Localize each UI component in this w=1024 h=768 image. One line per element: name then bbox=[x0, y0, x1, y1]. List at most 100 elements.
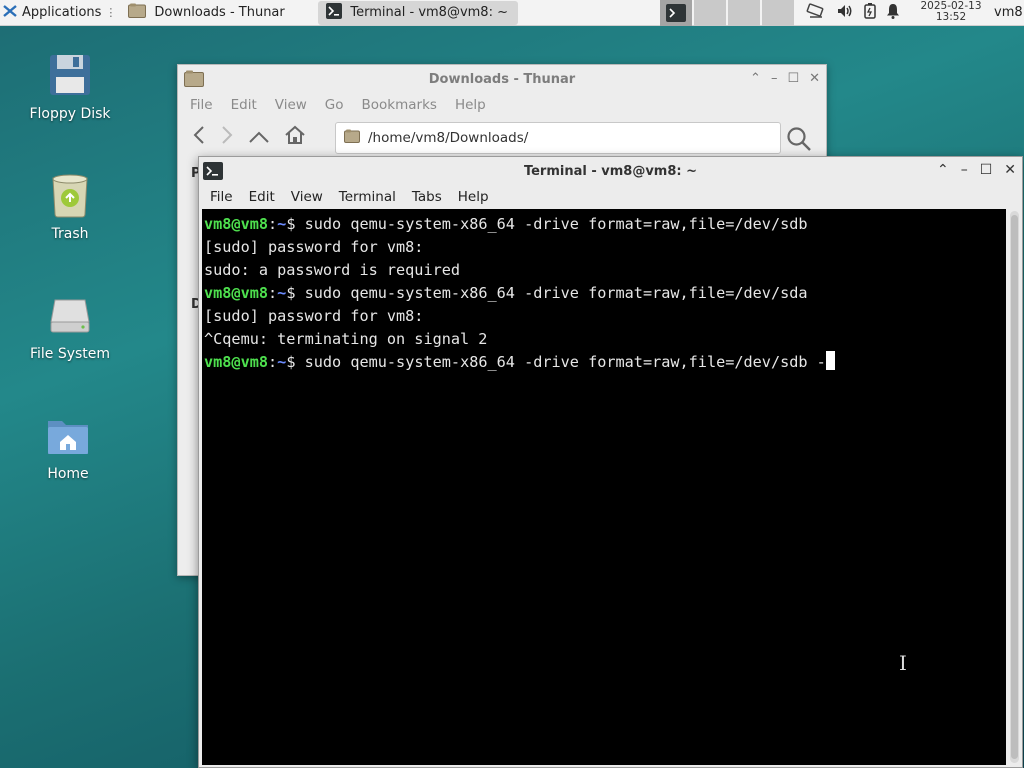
command-text: sudo qemu-system-x86_64 -drive format=ra… bbox=[304, 215, 808, 233]
mouse-ibeam-cursor-icon: I bbox=[899, 651, 907, 675]
terminal-prompt-line: vm8@vm8:~$ sudo qemu-system-x86_64 -driv… bbox=[204, 282, 1006, 305]
text-cursor bbox=[825, 351, 835, 370]
menu-go[interactable]: Go bbox=[325, 97, 344, 113]
terminal-window[interactable]: Terminal - vm8@vm8: ~ ⌃ – ☐ ✕ File Edit … bbox=[198, 156, 1023, 768]
close-button[interactable]: ✕ bbox=[809, 71, 820, 86]
close-button[interactable]: ✕ bbox=[1004, 162, 1016, 178]
system-tray bbox=[806, 0, 900, 26]
prompt-separator: : bbox=[268, 353, 278, 371]
workspace-2[interactable] bbox=[694, 0, 726, 26]
terminal-output-line: [sudo] password for vm8: bbox=[204, 307, 424, 325]
terminal-output-line: sudo: a password is required bbox=[204, 261, 461, 279]
terminal-titlebar[interactable]: Terminal - vm8@vm8: ~ ⌃ – ☐ ✕ bbox=[199, 157, 1022, 185]
terminal-icon bbox=[666, 4, 686, 22]
workspace-3[interactable] bbox=[728, 0, 760, 26]
taskbar-item-thunar[interactable]: Downloads - Thunar bbox=[120, 1, 318, 25]
prompt-symbol: $ bbox=[286, 215, 305, 233]
home-icon bbox=[285, 125, 305, 144]
drive-icon bbox=[47, 292, 93, 338]
location-path: /home/vm8/Downloads/ bbox=[368, 130, 529, 146]
desktop-icon-label: File System bbox=[29, 346, 111, 362]
home-folder-icon bbox=[45, 412, 91, 458]
menu-help[interactable]: Help bbox=[458, 189, 489, 205]
terminal-prompt-line: vm8@vm8:~$ sudo qemu-system-x86_64 -driv… bbox=[204, 213, 1006, 236]
folder-icon bbox=[344, 129, 360, 147]
taskbar-item-terminal[interactable]: Terminal - vm8@vm8: ~ bbox=[318, 0, 519, 25]
top-panel: Applications ⋮ Downloads - Thunar Termin… bbox=[0, 0, 1024, 26]
folder-icon bbox=[128, 3, 147, 22]
desktop-icon-label: Home bbox=[47, 466, 89, 482]
xfce-logo-icon bbox=[2, 3, 18, 23]
notifications-bell-icon[interactable] bbox=[886, 3, 900, 23]
desktop-icon-label: Trash bbox=[51, 226, 89, 242]
back-button[interactable] bbox=[192, 125, 206, 150]
minimize-button[interactable]: – bbox=[961, 162, 968, 178]
menu-tabs[interactable]: Tabs bbox=[412, 189, 442, 205]
workspace-4[interactable] bbox=[762, 0, 794, 26]
desktop-icon-home[interactable]: Home bbox=[18, 412, 118, 482]
search-icon[interactable] bbox=[786, 126, 812, 156]
prompt-separator: : bbox=[268, 284, 278, 302]
applications-label: Applications bbox=[22, 5, 102, 20]
workspace-1[interactable] bbox=[660, 0, 692, 26]
applications-menu-button[interactable]: Applications ⋮ bbox=[0, 0, 120, 26]
chevron-left-icon bbox=[193, 125, 204, 144]
floppy-disk-icon bbox=[47, 52, 93, 98]
thunar-title: Downloads - Thunar bbox=[428, 71, 576, 87]
thunar-menubar: File Edit View Go Bookmarks Help bbox=[178, 93, 826, 117]
terminal-prompt-line: vm8@vm8:~$ sudo qemu-system-x86_64 -driv… bbox=[204, 351, 1006, 374]
desktop-icon-floppy-disk[interactable]: Floppy Disk bbox=[20, 52, 120, 122]
clock[interactable]: 2025-02-13 13:52 bbox=[914, 1, 988, 23]
forward-button[interactable] bbox=[220, 125, 234, 150]
prompt-path: ~ bbox=[277, 353, 287, 371]
menu-edit[interactable]: Edit bbox=[249, 189, 275, 205]
terminal-console[interactable]: vm8@vm8:~$ sudo qemu-system-x86_64 -driv… bbox=[202, 209, 1006, 765]
prompt-user: vm8@vm8 bbox=[204, 284, 269, 302]
prompt-separator: : bbox=[268, 215, 278, 233]
menu-file[interactable]: File bbox=[210, 189, 233, 205]
up-button[interactable] bbox=[248, 125, 270, 149]
battery-icon[interactable] bbox=[864, 3, 876, 23]
prompt-user: vm8@vm8 bbox=[204, 353, 269, 371]
prompt-path: ~ bbox=[277, 284, 287, 302]
chevron-up-icon bbox=[249, 131, 269, 143]
thunar-window-controls: ⌃ – ☐ ✕ bbox=[750, 71, 820, 86]
menu-terminal[interactable]: Terminal bbox=[339, 189, 396, 205]
volume-icon[interactable] bbox=[836, 3, 854, 23]
terminal-output-line: [sudo] password for vm8: bbox=[204, 238, 424, 256]
network-icon[interactable] bbox=[806, 3, 826, 23]
maximize-button[interactable]: ☐ bbox=[787, 71, 799, 86]
scrollbar-thumb[interactable] bbox=[1011, 215, 1018, 759]
terminal-icon bbox=[326, 2, 343, 23]
taskbar-item-label: Downloads - Thunar bbox=[154, 5, 285, 20]
terminal-output-line: ^Cqemu: terminating on signal 2 bbox=[204, 330, 488, 348]
terminal-title: Terminal - vm8@vm8: ~ bbox=[523, 163, 698, 179]
thunar-titlebar[interactable]: Downloads - Thunar ⌃ – ☐ ✕ bbox=[178, 65, 826, 93]
terminal-window-controls: ⌃ – ☐ ✕ bbox=[937, 162, 1016, 178]
menu-bookmarks[interactable]: Bookmarks bbox=[362, 97, 437, 113]
terminal-menubar: File Edit View Terminal Tabs Help bbox=[199, 185, 1022, 209]
location-bar[interactable]: /home/vm8/Downloads/ bbox=[335, 122, 781, 154]
maximize-button[interactable]: ☐ bbox=[980, 162, 993, 178]
chevron-right-icon bbox=[222, 125, 233, 144]
minimize-button[interactable]: – bbox=[771, 71, 778, 86]
home-button[interactable] bbox=[284, 125, 306, 150]
desktop-icon-file-system[interactable]: File System bbox=[20, 292, 120, 362]
shade-button[interactable]: ⌃ bbox=[750, 71, 761, 86]
menu-edit[interactable]: Edit bbox=[231, 97, 257, 113]
desktop-icon-trash[interactable]: Trash bbox=[20, 172, 120, 242]
menu-help[interactable]: Help bbox=[455, 97, 486, 113]
workspace-pager bbox=[660, 0, 794, 26]
clock-time: 13:52 bbox=[935, 11, 967, 23]
terminal-scrollbar[interactable] bbox=[1010, 211, 1019, 763]
menu-view[interactable]: View bbox=[291, 189, 323, 205]
prompt-symbol: $ bbox=[286, 284, 305, 302]
shade-button[interactable]: ⌃ bbox=[937, 162, 949, 178]
prompt-user: vm8@vm8 bbox=[204, 215, 269, 233]
prompt-path: ~ bbox=[277, 215, 287, 233]
menu-view[interactable]: View bbox=[275, 97, 307, 113]
command-text: sudo qemu-system-x86_64 -drive format=ra… bbox=[304, 353, 826, 371]
prompt-symbol: $ bbox=[286, 353, 305, 371]
user-menu[interactable]: vm8 bbox=[994, 5, 1023, 20]
menu-file[interactable]: File bbox=[190, 97, 213, 113]
